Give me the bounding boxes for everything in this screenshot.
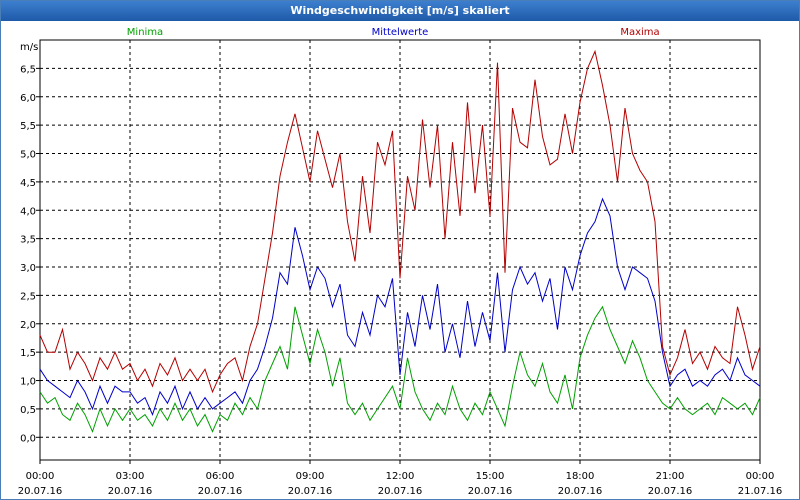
x-tick-date: 20.07.16: [198, 486, 243, 497]
y-tick-label: 2,0: [20, 320, 36, 331]
x-tick-date: 21.07.16: [738, 486, 783, 497]
chart-area: 0,0 0,5 1,0 1,5 2,0 2,5 3,0 3,5 4,0 4,5 5,0 5,5 6,0 6…: [18, 27, 783, 497]
x-tick-time: 18:00: [566, 471, 595, 482]
y-axis: 0,0 0,5 1,0 1,5 2,0 2,5 3,0 3,5 4,0 4,5 5,0 5,5 6,0 6…: [20, 64, 40, 444]
legend-mittelwerte: Mittelwerte: [372, 27, 429, 38]
x-tick-time: 03:00: [116, 471, 145, 482]
x-tick-date: 20.07.16: [108, 486, 153, 497]
y-tick-label: 3,5: [20, 235, 36, 246]
y-tick-label: 0,5: [20, 405, 36, 416]
y-tick-label: 6,0: [20, 93, 36, 104]
x-tick-date: 20.07.16: [18, 486, 63, 497]
x-tick-date: 20.07.16: [288, 486, 333, 497]
y-tick-label: 4,5: [20, 178, 36, 189]
y-tick-label: 6,5: [20, 64, 36, 75]
y-tick-label: 2,5: [20, 291, 36, 302]
legend-minima: Minima: [127, 27, 163, 38]
x-tick-date: 20.07.16: [558, 486, 603, 497]
x-tick-time: 06:00: [206, 471, 235, 482]
x-tick-time: 21:00: [656, 471, 685, 482]
x-tick-time: 15:00: [476, 471, 505, 482]
x-tick-time: 09:00: [296, 471, 325, 482]
legend: Minima Mittelwerte Maxima: [127, 27, 660, 38]
y-tick-label: 1,5: [20, 348, 36, 359]
y-axis-label: m/s: [20, 42, 38, 53]
y-tick-label: 0,0: [20, 433, 36, 444]
x-tick-time: 00:00: [746, 471, 775, 482]
y-tick-label: 5,0: [20, 150, 36, 161]
x-tick-time: 12:00: [386, 471, 415, 482]
x-tick-time: 00:00: [26, 471, 55, 482]
legend-maxima: Maxima: [620, 27, 659, 38]
x-tick-date: 20.07.16: [468, 486, 513, 497]
x-axis: 00:00 20.07.16 03:00 20.07.16 06:00 20.07.16 0…: [18, 460, 783, 497]
y-tick-label: 5,5: [20, 121, 36, 132]
y-tick-label: 1,0: [20, 377, 36, 388]
x-tick-date: 20.07.16: [648, 486, 693, 497]
x-tick-date: 20.07.16: [378, 486, 423, 497]
y-tick-label: 4,0: [20, 206, 36, 217]
y-tick-label: 3,0: [20, 263, 36, 274]
